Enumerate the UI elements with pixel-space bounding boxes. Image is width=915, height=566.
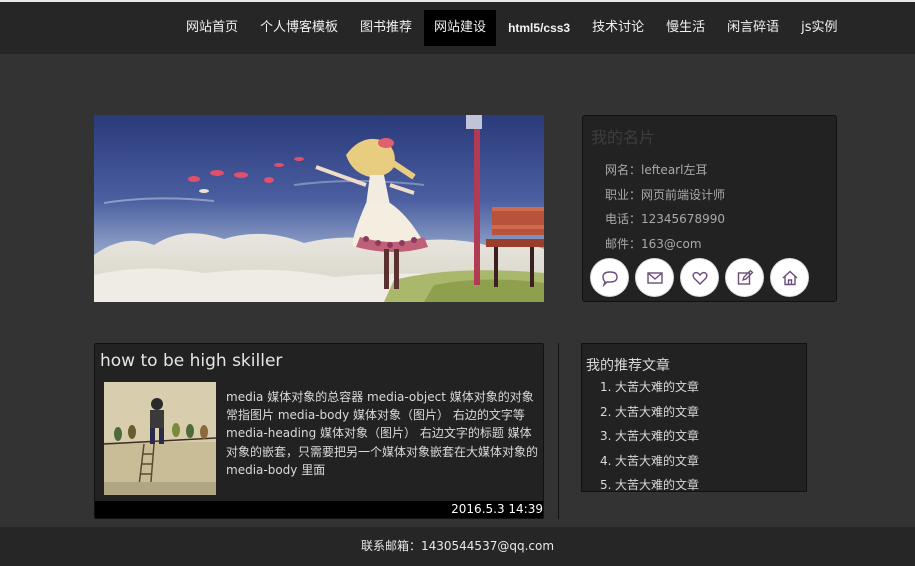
nav-item-slow-life[interactable]: 慢生活	[656, 10, 715, 46]
recommended-articles-list: 1. 大苦大难的文章 2. 大苦大难的文章 3. 大苦大难的文章 4. 大苦大难的文章 …	[600, 378, 699, 492]
recommended-article-item[interactable]: 5. 大苦大难的文章	[600, 476, 699, 492]
list-number: 1.	[600, 380, 612, 394]
column-divider	[558, 343, 559, 519]
speech-bubble-icon[interactable]	[591, 259, 628, 296]
article-footer-bar: 2016.5.3 14:39	[95, 501, 543, 518]
list-number: 2.	[600, 404, 612, 419]
recommended-article-item[interactable]: 2. 大苦大难的文章	[600, 403, 699, 428]
recommended-article-link[interactable]: 大苦大难的文章	[615, 405, 699, 419]
recommended-article-link[interactable]: 大苦大难的文章	[615, 478, 699, 491]
list-number: 3.	[600, 429, 612, 444]
profile-nickname: 网名：leftearl左耳	[605, 163, 708, 177]
nav-menu: 网站首页 个人博客模板 图书推荐 网站建设 html5/css3 技术讨论 慢生…	[176, 10, 850, 46]
nav-item-home[interactable]: 网站首页	[176, 10, 248, 46]
recommended-article-item[interactable]: 1. 大苦大难的文章	[600, 378, 699, 403]
recommended-articles-title: 我的推荐文章	[586, 358, 670, 374]
nav-item-js-examples[interactable]: js实例	[791, 10, 847, 46]
list-number: 5.	[600, 478, 612, 492]
nav-item-tech-discussion[interactable]: 技术讨论	[582, 10, 654, 46]
envelope-icon[interactable]	[636, 259, 673, 296]
nav-item-website-building[interactable]: 网站建设	[424, 10, 497, 46]
article-thumbnail	[103, 382, 217, 495]
page-footer: 联系邮箱：1430544537@qq.com	[0, 527, 915, 566]
profile-card-title: 我的名片	[591, 128, 656, 147]
recommended-article-link[interactable]: 大苦大难的文章	[615, 429, 699, 443]
article-title[interactable]: how to be high skiller	[100, 351, 282, 371]
nav-item-book-recommend[interactable]: 图书推荐	[350, 10, 422, 46]
profile-card: 我的名片 网名：leftearl左耳 职业：网页前端设计师 电话：1234567…	[582, 115, 837, 302]
profile-email: 邮件：163@com	[605, 237, 702, 251]
nav-item-blog-templates[interactable]: 个人博客模板	[250, 10, 348, 46]
top-navigation-bar: 网站首页 个人博客模板 图书推荐 网站建设 html5/css3 技术讨论 慢生…	[0, 2, 915, 54]
recommended-article-link[interactable]: 大苦大难的文章	[615, 380, 699, 394]
profile-occupation: 职业：网页前端设计师	[605, 188, 726, 202]
nav-item-html5-css3[interactable]: html5/css3	[498, 10, 580, 46]
profile-phone: 电话：12345678990	[605, 212, 725, 226]
recommended-article-item[interactable]: 3. 大苦大难的文章	[600, 427, 699, 452]
heart-icon[interactable]	[681, 259, 718, 296]
recommended-article-link[interactable]: 大苦大难的文章	[615, 454, 699, 468]
home-icon[interactable]	[771, 259, 808, 296]
profile-icon-row	[591, 259, 816, 296]
nav-item-chit-chat[interactable]: 闲言碎语	[717, 10, 789, 46]
list-number: 4.	[600, 453, 612, 468]
banner-image	[94, 115, 544, 302]
recommended-article-item[interactable]: 4. 大苦大难的文章	[600, 452, 699, 477]
footer-contact-email: 联系邮箱：1430544537@qq.com	[360, 539, 555, 553]
edit-icon[interactable]	[726, 259, 763, 296]
article-date: 2016.5.3 14:39	[451, 502, 543, 516]
article-body: media 媒体对象的总容器 media-object 媒体对象的对象 常指图片…	[226, 390, 539, 477]
recommended-articles-panel: 我的推荐文章 1. 大苦大难的文章 2. 大苦大难的文章 3. 大苦大难的文章 4. 大…	[581, 343, 807, 492]
article-card: how to be high skiller media 媒体对象的总容器 me…	[94, 343, 544, 519]
